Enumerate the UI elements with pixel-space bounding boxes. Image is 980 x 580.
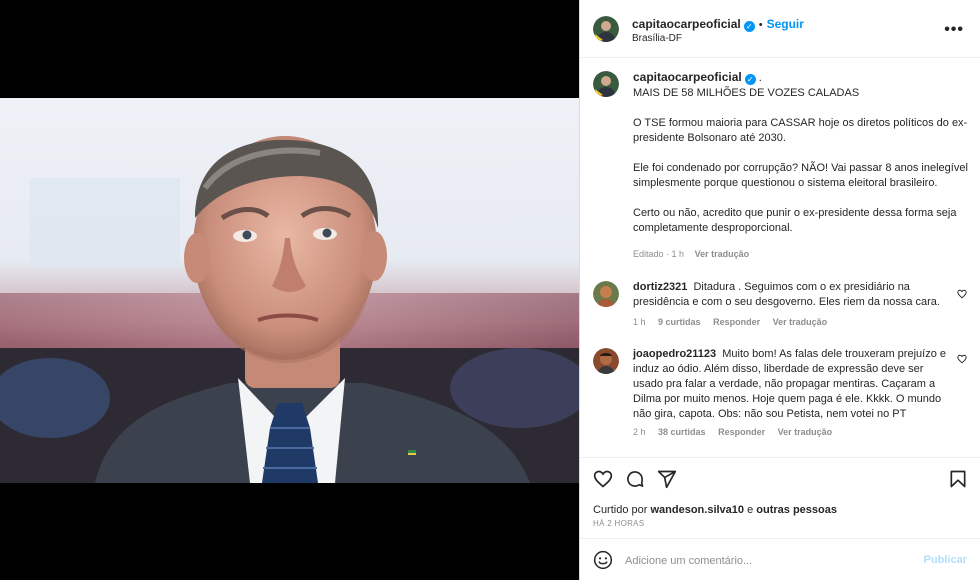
comment-username[interactable]: dortiz2321 (633, 281, 687, 293)
post-header: capitaocarpeoficial ✓ • Seguir Brasília-DF … (580, 0, 980, 58)
post-media-panel (0, 0, 579, 580)
liked-by-others-link[interactable]: outras pessoas (756, 504, 837, 516)
comment-likes-count[interactable]: 38 curtidas (658, 427, 706, 437)
comment-likes-count[interactable]: 9 curtidas (658, 317, 701, 327)
post-side-panel: capitaocarpeoficial ✓ • Seguir Brasília-DF … (579, 0, 980, 580)
post-actions: Curtido por wandeson.silva10 e outras pe… (580, 457, 980, 580)
comment-translate-link[interactable]: Ver tradução (773, 317, 828, 327)
caption-paragraph: Ele foi condenado por corrupção? NÃO! Va… (633, 162, 968, 189)
verified-badge-icon: ✓ (744, 74, 756, 85)
header-user-row: capitaocarpeoficial ✓ • Seguir (632, 15, 804, 33)
commenter-avatar[interactable] (593, 281, 619, 307)
caption-translate-link[interactable]: Ver tradução (695, 249, 750, 259)
portrait-illustration (0, 136, 579, 483)
comment-username[interactable]: joaopedro21123 (633, 348, 716, 360)
comment-item: joaopedro21123 Muito bom! As falas dele … (633, 347, 955, 422)
caption-paragraph: O TSE formou maioria para CASSAR hoje os… (633, 117, 968, 144)
comment-input[interactable] (625, 552, 905, 570)
caption-author-avatar[interactable] (593, 71, 619, 97)
verified-badge-icon: ✓ (743, 21, 755, 32)
caption-edited-time: Editado · 1 h (633, 249, 685, 259)
comment-meta: 2 h 38 curtidas Responder Ver tradução (633, 427, 842, 437)
comments-list[interactable]: capitaocarpeoficial ✓ . MAIS DE 58 MILHÕE… (580, 59, 980, 457)
comment-like-heart-icon[interactable] (957, 289, 967, 299)
emoji-icon[interactable] (593, 550, 613, 570)
bookmark-icon[interactable] (948, 469, 968, 489)
comment-time: 1 h (633, 317, 646, 327)
post-location[interactable]: Brasília-DF (632, 33, 682, 44)
likes-prefix: Curtido por (593, 504, 648, 516)
comment-reply-button[interactable]: Responder (713, 317, 760, 327)
more-options-icon[interactable]: ••• (944, 21, 964, 39)
comment-meta: 1 h 9 curtidas Responder Ver tradução (633, 317, 837, 327)
likes-summary: Curtido por wandeson.silva10 e outras pe… (593, 504, 837, 516)
follow-button[interactable]: Seguir (767, 17, 804, 31)
caption-meta: Editado · 1 h Ver tradução (633, 249, 757, 259)
caption-trail: . (758, 72, 762, 84)
post-timestamp[interactable]: HÁ 2 HORAS (593, 519, 644, 528)
author-avatar[interactable] (593, 16, 619, 42)
comment-translate-link[interactable]: Ver tradução (778, 427, 833, 437)
comment-item: dortiz2321 Ditadura . Seguimos com o ex … (633, 280, 955, 310)
liked-by-username[interactable]: wandeson.silva10 (650, 504, 744, 516)
post-caption: capitaocarpeoficial ✓ . MAIS DE 58 MILHÕE… (633, 70, 968, 251)
comment-reply-button[interactable]: Responder (718, 427, 765, 437)
separator-dot: • (758, 19, 763, 31)
comment-like-heart-icon[interactable] (957, 354, 967, 364)
heart-icon[interactable] (593, 469, 613, 489)
caption-author-row: capitaocarpeoficial ✓ . (633, 70, 968, 86)
post-image[interactable] (0, 98, 579, 483)
share-icon[interactable] (657, 469, 677, 489)
comment-time: 2 h (633, 427, 646, 437)
publish-button[interactable]: Publicar (924, 554, 967, 566)
author-username[interactable]: capitaocarpeoficial (632, 17, 741, 31)
comment-icon[interactable] (625, 469, 645, 489)
caption-username[interactable]: capitaocarpeoficial (633, 70, 742, 84)
instagram-post-modal: capitaocarpeoficial ✓ • Seguir Brasília-DF … (0, 0, 980, 580)
caption-paragraph: MAIS DE 58 MILHÕES DE VOZES CALADAS (633, 87, 860, 99)
caption-paragraph: Certo ou não, acredito que punir o ex-pr… (633, 207, 957, 234)
likes-middle: e (747, 504, 754, 516)
add-comment-bar: Publicar (580, 538, 980, 580)
commenter-avatar[interactable] (593, 348, 619, 374)
